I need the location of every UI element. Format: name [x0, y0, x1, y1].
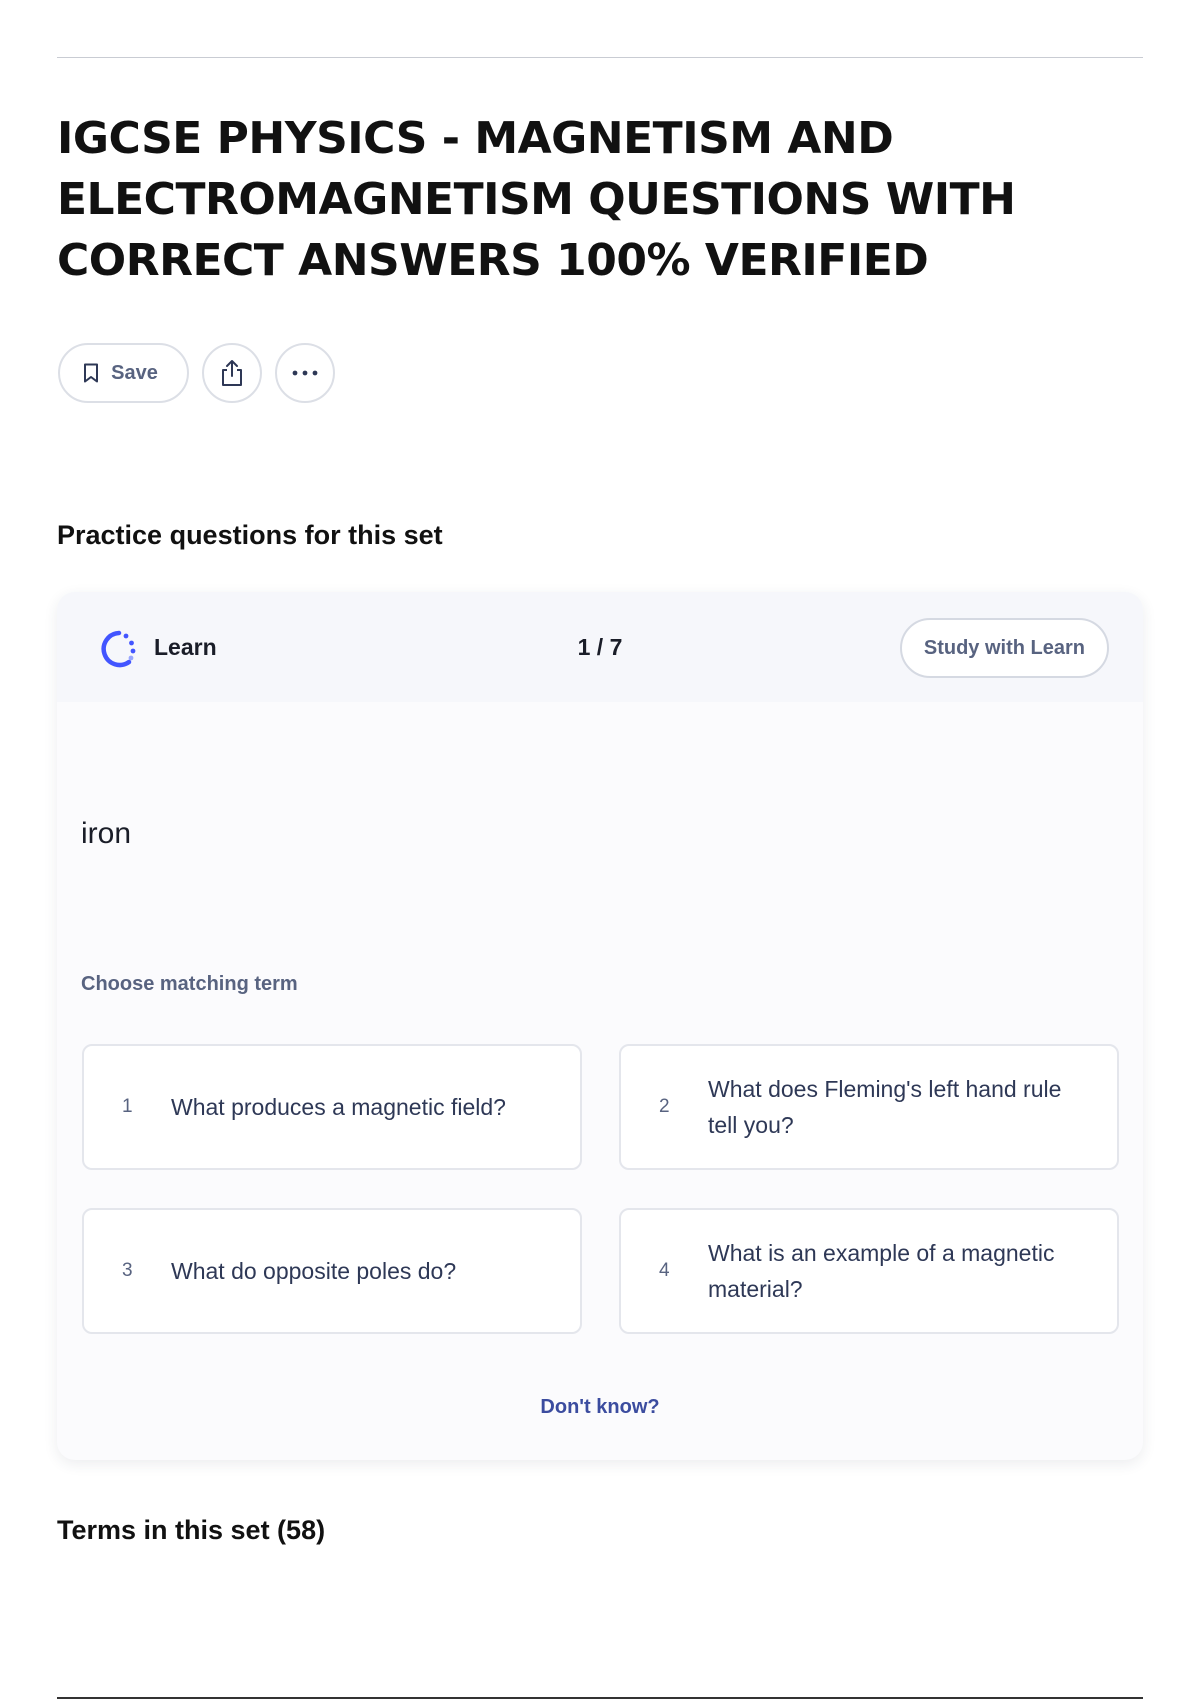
option-text: What do opposite poles do? — [171, 1258, 457, 1284]
page-title: IGCSE PHYSICS - MAGNETISM AND ELECTROMAG… — [57, 113, 1016, 286]
option-text: What produces a magnetic field? — [171, 1094, 506, 1120]
top-divider — [57, 57, 1143, 58]
option-text: What does Fleming's left hand rule tell … — [708, 1076, 1062, 1138]
share-icon — [219, 359, 245, 387]
option-text: What is an example of a magnetic materia… — [708, 1240, 1055, 1302]
option-number: 2 — [659, 1096, 670, 1117]
bottom-divider — [57, 1697, 1143, 1699]
action-bar: Save — [58, 343, 335, 403]
option-number: 4 — [659, 1260, 670, 1281]
answer-option-1[interactable]: 1 What produces a magnetic field? — [82, 1044, 582, 1170]
answer-options: 1 What produces a magnetic field? 2 What… — [82, 1044, 1119, 1334]
learn-card-header: Learn 1 / 7 Study with Learn — [57, 592, 1143, 702]
learn-card: Learn 1 / 7 Study with Learn iron Choose… — [57, 592, 1143, 1460]
more-options-button[interactable] — [275, 343, 335, 403]
practice-section-title: Practice questions for this set — [57, 520, 443, 550]
answer-option-4[interactable]: 4 What is an example of a magnetic mater… — [619, 1208, 1119, 1334]
terms-section-title: Terms in this set (58) — [57, 1515, 326, 1545]
save-label: Save — [111, 361, 158, 384]
more-icon — [291, 370, 319, 376]
instruction-text: Choose matching term — [81, 973, 298, 995]
dont-know-link[interactable]: Don't know? — [57, 1396, 1143, 1419]
option-number: 3 — [122, 1260, 133, 1281]
study-with-learn-button[interactable]: Study with Learn — [899, 618, 1109, 678]
share-button[interactable] — [202, 343, 262, 403]
bookmark-icon — [83, 363, 99, 383]
save-button[interactable]: Save — [58, 343, 189, 403]
answer-option-2[interactable]: 2 What does Fleming's left hand rule tel… — [619, 1044, 1119, 1170]
question-prompt: iron — [81, 817, 132, 850]
option-number: 1 — [122, 1096, 133, 1117]
answer-option-3[interactable]: 3 What do opposite poles do? — [82, 1208, 582, 1334]
